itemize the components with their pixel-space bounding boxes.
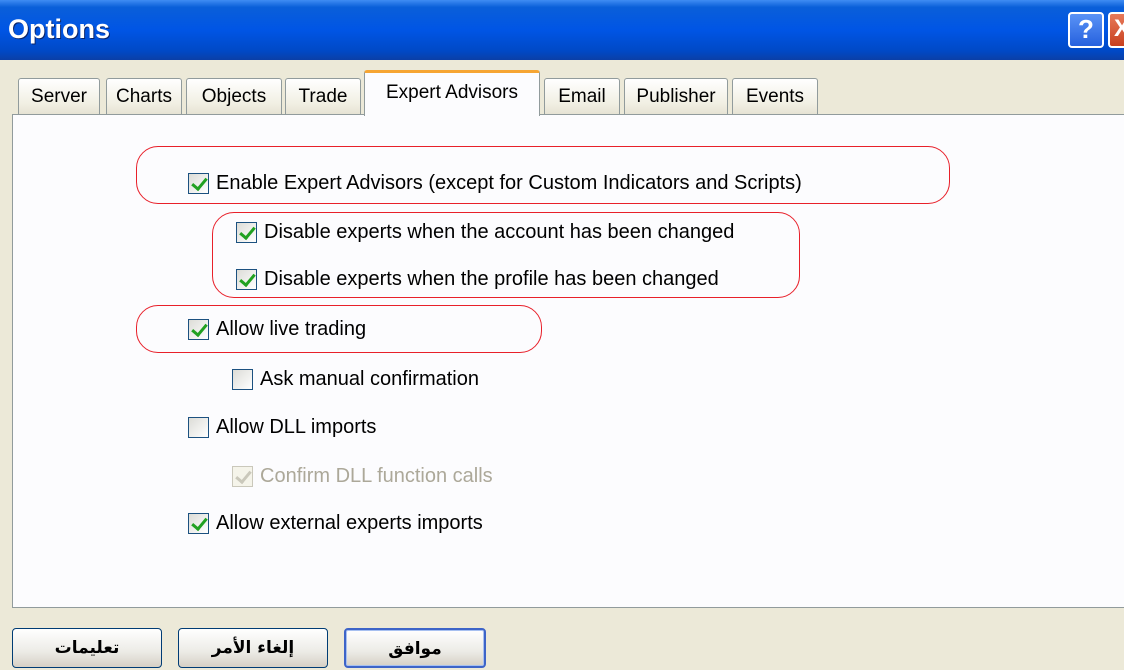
title-bar[interactable]: Options ? X <box>0 0 1124 60</box>
enable-experts-checkbox[interactable] <box>188 172 209 194</box>
allow-external-checkbox[interactable] <box>188 512 209 534</box>
tab-email[interactable]: Email <box>544 78 620 114</box>
option-ask-manual[interactable]: Ask manual confirmation <box>232 366 479 392</box>
disable-profile-label: Disable experts when the profile has bee… <box>264 267 719 290</box>
option-allow-external[interactable]: Allow external experts imports <box>188 510 483 536</box>
enable-experts-label: Enable Expert Advisors (except for Custo… <box>216 171 802 194</box>
option-disable-profile[interactable]: Disable experts when the profile has bee… <box>236 266 719 292</box>
confirm-dll-label: Confirm DLL function calls <box>260 464 493 487</box>
option-confirm-dll: Confirm DLL function calls <box>232 463 493 489</box>
option-allow-dll[interactable]: Allow DLL imports <box>188 414 376 440</box>
allow-dll-checkbox[interactable] <box>188 416 209 438</box>
allow-external-label: Allow external experts imports <box>216 511 483 534</box>
allow-live-checkbox[interactable] <box>188 318 209 340</box>
disable-account-checkbox[interactable] <box>236 221 257 243</box>
cancel-button[interactable]: إلغاء الأمر <box>178 628 328 668</box>
allow-live-label: Allow live trading <box>216 317 367 340</box>
tab-publisher[interactable]: Publisher <box>624 78 728 114</box>
tab-events[interactable]: Events <box>732 78 818 114</box>
tab-charts[interactable]: Charts <box>106 78 182 114</box>
help-button[interactable]: تعليمات <box>12 628 162 668</box>
allow-dll-label: Allow DLL imports <box>216 415 377 438</box>
ask-manual-label: Ask manual confirmation <box>260 367 479 390</box>
option-enable-experts[interactable]: Enable Expert Advisors (except for Custo… <box>188 170 802 196</box>
tab-trade[interactable]: Trade <box>285 78 361 114</box>
confirm-dll-checkbox <box>232 465 253 487</box>
disable-account-label: Disable experts when the account has bee… <box>264 220 735 243</box>
ok-button[interactable]: موافق <box>344 628 486 668</box>
tab-server[interactable]: Server <box>18 78 100 114</box>
close-icon[interactable]: X <box>1108 12 1124 48</box>
option-allow-live[interactable]: Allow live trading <box>188 316 366 342</box>
option-disable-account[interactable]: Disable experts when the account has bee… <box>236 219 734 245</box>
disable-profile-checkbox[interactable] <box>236 268 257 290</box>
tab-objects[interactable]: Objects <box>186 78 282 114</box>
ask-manual-checkbox[interactable] <box>232 368 253 390</box>
window-title: Options <box>8 14 110 44</box>
help-icon[interactable]: ? <box>1068 12 1104 48</box>
tab-expert-advisors[interactable]: Expert Advisors <box>364 70 540 116</box>
